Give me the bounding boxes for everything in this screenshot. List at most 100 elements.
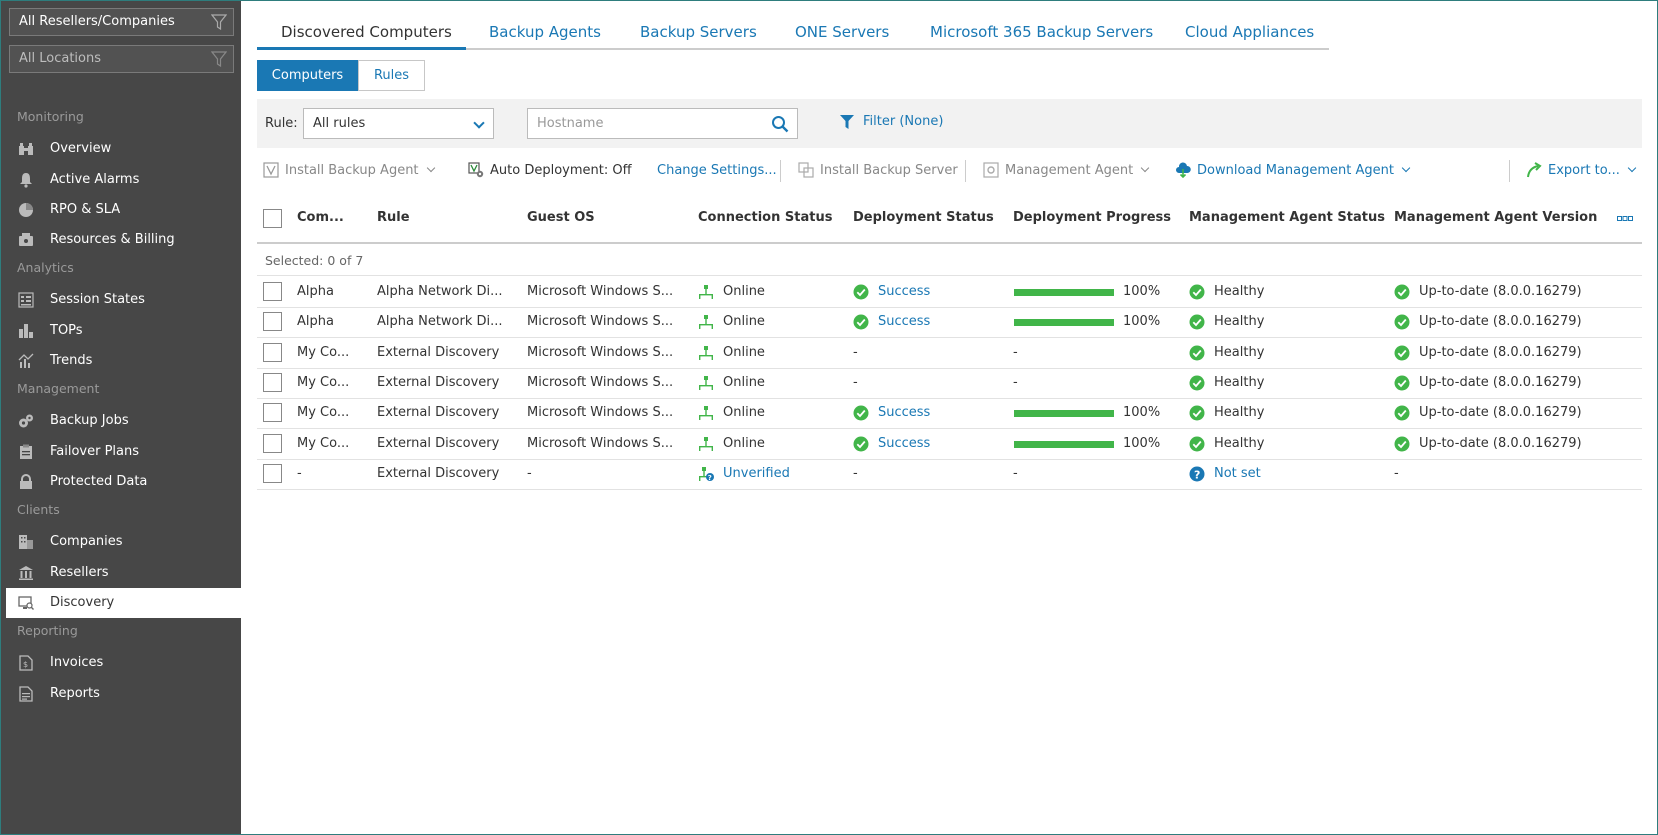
bank-icon	[19, 566, 33, 580]
sidebar-item-label: Session States	[50, 292, 145, 307]
column-options-icon[interactable]	[1617, 215, 1633, 223]
success-check-icon	[1394, 375, 1410, 391]
subtab-rules[interactable]: Rules	[358, 60, 425, 91]
grid-icon	[18, 292, 34, 308]
sidebar-item-resellers[interactable]: Resellers	[6, 558, 241, 588]
sidebar-item-trends[interactable]: Trends	[6, 346, 241, 376]
scope-filter[interactable]: All Resellers/Companies	[9, 8, 234, 36]
sidebar-item-backup-jobs[interactable]: Backup Jobs	[6, 406, 241, 436]
table-row[interactable]: My Co... External Discovery Microsoft Wind…	[257, 367, 1642, 399]
cell-deployment-status[interactable]: Success	[878, 405, 930, 420]
success-check-icon	[1189, 375, 1205, 391]
chevron-down-icon	[473, 117, 485, 129]
sidebar-item-discovery[interactable]: Discovery	[6, 588, 242, 618]
cell-deployment-status[interactable]: Success	[878, 314, 930, 329]
row-checkbox[interactable]	[263, 433, 282, 453]
column-header-management-agent-status[interactable]: Management Agent Status	[1189, 210, 1385, 225]
table-row[interactable]: - External Discovery -? Unverified - -? Not se…	[257, 458, 1642, 490]
cell-management-agent-version: Up-to-date (8.0.0.16279)	[1419, 344, 1582, 360]
row-checkbox[interactable]	[263, 463, 282, 483]
tab-one-servers[interactable]: ONE Servers	[795, 23, 889, 41]
cell-deployment-progress: -	[1013, 374, 1018, 390]
cell-guest-os: Microsoft Windows S...	[527, 405, 674, 421]
report-icon	[19, 686, 33, 702]
column-header-deployment-progress[interactable]: Deployment Progress	[1013, 210, 1171, 225]
column-header-computer[interactable]: Com...	[297, 210, 344, 225]
export-arrow-icon	[1527, 162, 1542, 178]
rule-label: Rule:	[265, 116, 298, 131]
progress-fill	[1014, 319, 1114, 327]
tab-discovered-computers[interactable]: Discovered Computers	[281, 23, 452, 41]
cell-deployment-status[interactable]: Success	[878, 436, 930, 451]
sidebar-item-label: Invoices	[50, 655, 104, 670]
sidebar-item-protected-data[interactable]: Protected Data	[6, 467, 241, 497]
subtab-computers[interactable]: Computers	[257, 60, 358, 91]
location-filter[interactable]: All Locations	[9, 45, 234, 73]
active-indicator	[230, 591, 242, 615]
sidebar-item-failover-plans[interactable]: Failover Plans	[6, 437, 241, 467]
cell-guest-os: Microsoft Windows S...	[527, 284, 674, 299]
wallet-icon	[19, 233, 33, 246]
table-row[interactable]: Alpha Alpha Network Di... Microsoft Window…	[257, 276, 1642, 308]
rule-select[interactable]: All rules	[303, 108, 494, 139]
success-check-icon	[1394, 436, 1410, 452]
cell-management-agent-status[interactable]: Not set	[1214, 466, 1261, 481]
select-all-checkbox[interactable]	[263, 209, 282, 228]
cell-connection-status: Online	[723, 435, 765, 451]
sidebar-item-tops[interactable]: TOPs	[6, 316, 241, 346]
table-row[interactable]: Alpha Alpha Network Di... Microsoft Window…	[257, 306, 1642, 339]
column-header-connection-status[interactable]: Connection Status	[698, 210, 832, 225]
row-checkbox[interactable]	[263, 282, 282, 301]
tab-microsoft-365-backup-servers[interactable]: Microsoft 365 Backup Servers	[930, 23, 1153, 41]
row-checkbox[interactable]	[263, 372, 282, 392]
network-online-icon	[698, 436, 714, 452]
sidebar-item-companies[interactable]: Companies	[6, 527, 241, 557]
cell-deployment-status[interactable]: Success	[878, 284, 930, 299]
auto-deployment-status: Auto Deployment: Off	[468, 162, 632, 178]
sidebar-item-resources-billing[interactable]: Resources & Billing	[6, 225, 241, 255]
install-backup-agent-button[interactable]: Install Backup Agent	[263, 162, 435, 178]
column-header-deployment-status[interactable]: Deployment Status	[853, 210, 994, 225]
scope-filter-value: All Resellers/Companies	[19, 14, 175, 29]
cell-computer: My Co...	[297, 374, 350, 390]
funnel-icon[interactable]	[211, 14, 227, 30]
column-header-guest-os[interactable]: Guest OS	[527, 210, 595, 225]
table-row[interactable]: My Co... External Discovery Microsoft Wind…	[257, 428, 1642, 460]
success-check-icon	[1189, 436, 1205, 452]
tab-cloud-appliances[interactable]: Cloud Appliances	[1185, 23, 1314, 41]
server-install-icon	[798, 162, 814, 178]
column-header-rule[interactable]: Rule	[377, 210, 410, 225]
row-checkbox[interactable]	[263, 312, 282, 332]
selected-count-text: Selected: 0 of 7	[265, 253, 364, 268]
section-analytics: Analytics	[17, 260, 74, 275]
sidebar-item-reports[interactable]: Reports	[6, 679, 241, 709]
sidebar-item-session-states[interactable]: Session States	[6, 285, 241, 315]
tab-backup-servers[interactable]: Backup Servers	[640, 23, 757, 41]
table-row[interactable]: My Co... External Discovery Microsoft Wind…	[257, 397, 1642, 430]
hostname-search-input[interactable]: Hostname	[527, 108, 798, 139]
cell-computer: Alpha	[297, 284, 334, 299]
svg-text:?: ?	[708, 474, 712, 482]
column-header-management-agent-version[interactable]: Management Agent Version	[1394, 210, 1597, 225]
success-check-icon	[1189, 284, 1205, 300]
cell-computer: My Co...	[297, 435, 350, 451]
search-icon[interactable]	[771, 115, 789, 133]
sidebar-item-invoices[interactable]: $ Invoices	[6, 648, 241, 678]
install-backup-server-button[interactable]: Install Backup Server	[798, 162, 958, 178]
change-settings-link[interactable]: Change Settings...	[657, 163, 777, 178]
progress-fill	[1014, 410, 1114, 418]
filter-link[interactable]: Filter (None)	[839, 114, 943, 129]
sidebar-item-overview[interactable]: Overview	[6, 134, 241, 164]
sidebar-item-active-alarms[interactable]: Active Alarms	[6, 165, 241, 195]
cell-connection-status[interactable]: Unverified	[723, 466, 790, 481]
row-checkbox[interactable]	[263, 342, 282, 362]
funnel-icon[interactable]	[211, 51, 227, 67]
success-check-icon	[853, 436, 869, 452]
management-agent-button[interactable]: Management Agent	[983, 162, 1150, 178]
row-checkbox[interactable]	[263, 403, 282, 423]
tab-backup-agents[interactable]: Backup Agents	[489, 23, 601, 41]
sidebar-item-rpo-sla[interactable]: RPO & SLA	[6, 195, 241, 225]
export-to-button[interactable]: Export to...	[1526, 162, 1637, 178]
download-management-agent-button[interactable]: Download Management Agent	[1175, 162, 1411, 178]
table-row[interactable]: My Co... External Discovery Microsoft Wind…	[257, 337, 1642, 369]
